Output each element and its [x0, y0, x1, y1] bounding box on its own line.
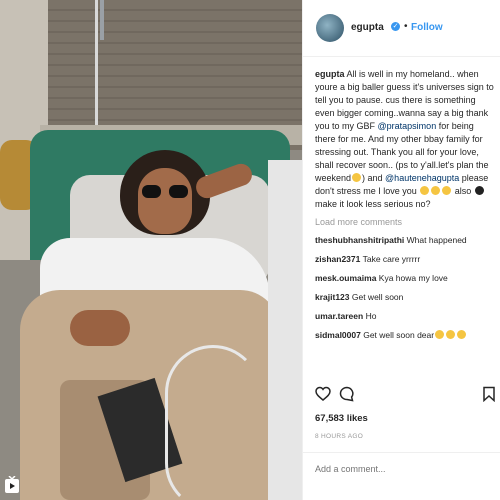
emoji-icon	[352, 173, 362, 182]
emoji-icon	[457, 330, 467, 339]
comment-user[interactable]: zishan2371	[315, 254, 360, 264]
instagram-post: egupta ✓ • Follow egupta All is well in …	[0, 0, 500, 500]
igtv-icon[interactable]	[4, 476, 20, 494]
emoji-icon	[420, 186, 430, 195]
follow-button[interactable]: Follow	[411, 22, 443, 33]
comment: krajit123 Get well soon	[315, 292, 404, 302]
emoji-icon	[474, 186, 484, 195]
emoji-icon	[446, 330, 456, 339]
separator: •	[404, 21, 408, 32]
comments-list: egupta All is well in my homeland.. when…	[315, 68, 495, 341]
emoji-icon	[442, 186, 452, 195]
sunglasses	[142, 185, 188, 198]
post-sidebar: egupta ✓ • Follow egupta All is well in …	[302, 0, 500, 500]
comment-user[interactable]: krajit123	[315, 292, 350, 302]
comment-user[interactable]: sidmal0007	[315, 330, 361, 340]
caption-author[interactable]: egupta	[315, 69, 345, 79]
action-bar	[303, 380, 500, 404]
comment-user[interactable]: theshubhanshitripathi	[315, 235, 404, 245]
comment: theshubhanshitripathi What happened	[315, 235, 467, 245]
comment-user[interactable]: mesk.oumaima	[315, 273, 376, 283]
bookmark-icon[interactable]	[481, 386, 497, 402]
mention-link[interactable]: @pratapsimon	[378, 121, 437, 131]
iv-tube	[165, 345, 261, 500]
comment: zishan2371 Take care yrrrrr	[315, 254, 421, 264]
load-more-comments[interactable]: Load more comments	[315, 217, 495, 227]
avatar[interactable]	[316, 14, 344, 42]
comment-user[interactable]: umar.tareen	[315, 311, 363, 321]
add-comment-bar	[303, 452, 500, 493]
heart-icon[interactable]	[315, 386, 331, 402]
comment: mesk.oumaima Kya howa my love	[315, 273, 448, 283]
post-timestamp[interactable]: 8 HOURS AGO	[315, 433, 363, 440]
post-header: egupta ✓ • Follow	[303, 0, 500, 57]
emoji-icon	[435, 330, 445, 339]
comment: umar.tareen Ho	[315, 311, 377, 321]
comment: sidmal0007 Get well soon dear	[315, 330, 495, 341]
verified-icon: ✓	[391, 22, 400, 31]
emoji-icon	[431, 186, 441, 195]
post-photo[interactable]	[0, 0, 302, 500]
comment-icon[interactable]	[339, 386, 355, 402]
likes-count[interactable]: 67,583 likes	[315, 413, 368, 424]
add-comment-input[interactable]	[315, 464, 485, 474]
caption: egupta All is well in my homeland.. when…	[315, 69, 494, 209]
post-username[interactable]: egupta	[351, 22, 384, 33]
mention-link[interactable]: @hautenehagupta	[385, 173, 459, 183]
